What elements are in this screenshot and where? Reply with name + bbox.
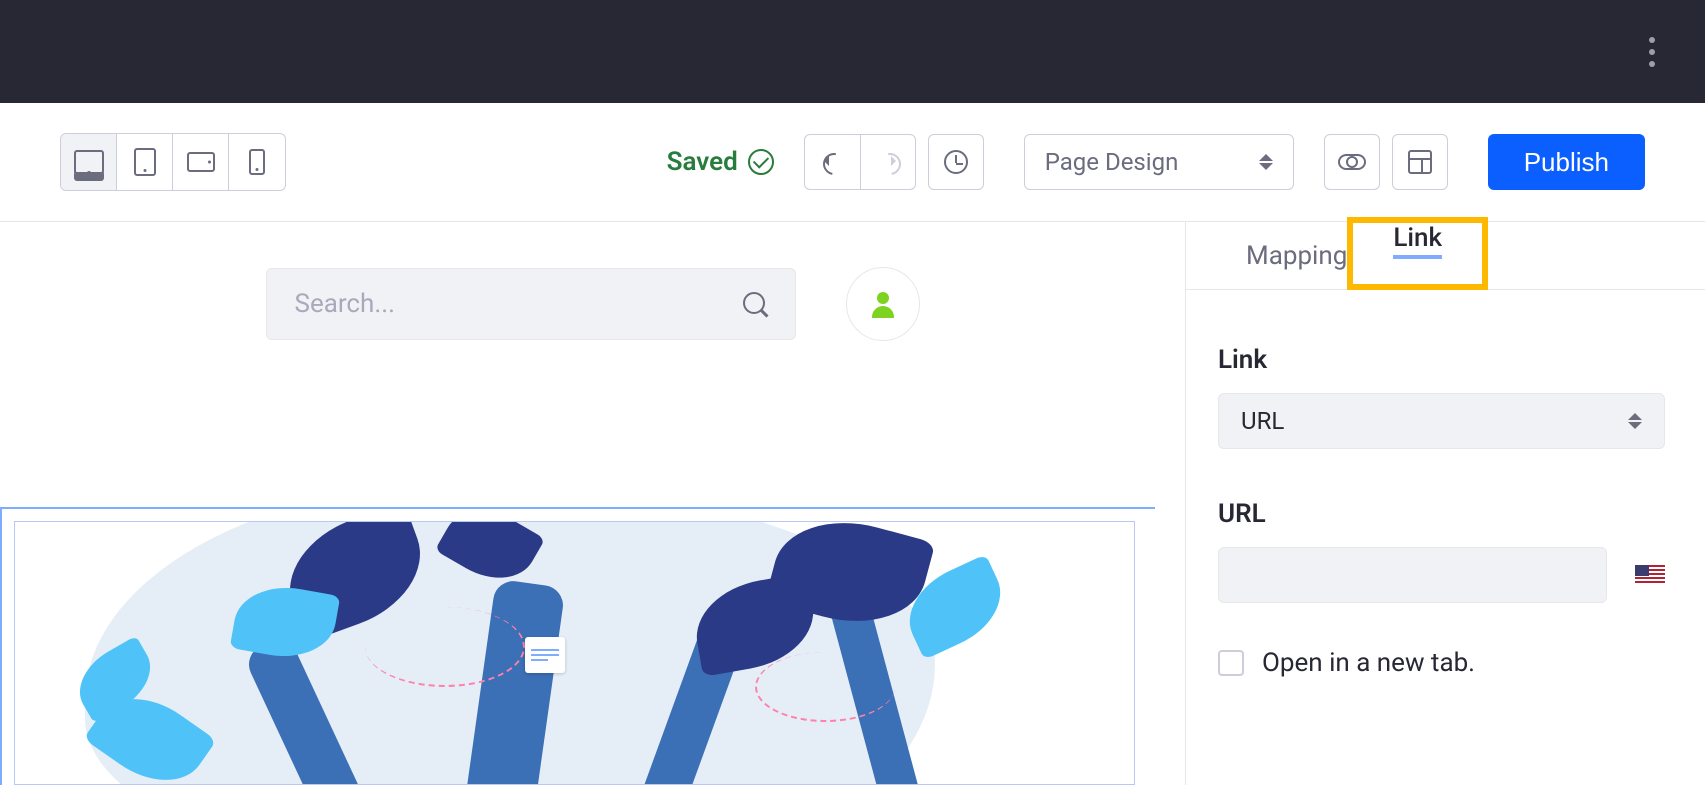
history-icon — [944, 150, 968, 174]
sidepanel: Mapping Link Link URL URL Open in a new … — [1185, 222, 1705, 785]
url-input[interactable] — [1218, 547, 1607, 603]
user-icon — [873, 294, 893, 314]
tablet-portrait-icon — [134, 148, 156, 176]
history-button[interactable] — [928, 134, 984, 190]
url-label: URL — [1218, 499, 1665, 529]
mode-label: Page Design — [1045, 148, 1179, 176]
tab-mapping[interactable]: Mapping — [1246, 222, 1347, 289]
device-phone-button[interactable] — [229, 134, 285, 190]
phone-icon — [249, 149, 265, 175]
text-align-icon[interactable] — [525, 637, 565, 673]
selected-image[interactable] — [14, 521, 1135, 785]
search-placeholder: Search... — [295, 289, 395, 319]
eye-icon — [1338, 154, 1366, 170]
canvas-header: Search... — [0, 222, 1185, 341]
highlight-frame: Link — [1347, 217, 1488, 290]
flag-us-icon[interactable] — [1635, 565, 1665, 585]
new-tab-row: Open in a new tab. — [1218, 648, 1665, 678]
undo-redo-group — [804, 134, 916, 190]
tablet-landscape-icon — [187, 152, 215, 172]
mode-select[interactable]: Page Design — [1024, 134, 1294, 190]
layout-icon — [1408, 150, 1432, 174]
link-type-label: Link — [1218, 345, 1665, 375]
redo-button[interactable] — [860, 134, 916, 190]
new-tab-checkbox[interactable] — [1218, 650, 1244, 676]
search-icon — [743, 292, 767, 316]
redo-icon — [877, 151, 899, 173]
device-switcher — [60, 133, 286, 191]
illustration — [15, 522, 1134, 784]
publish-button[interactable]: Publish — [1488, 134, 1645, 190]
undo-icon — [821, 151, 843, 173]
url-row — [1218, 547, 1665, 603]
preview-button[interactable] — [1324, 134, 1380, 190]
device-desktop-button[interactable] — [61, 134, 117, 190]
tab-link[interactable]: Link — [1393, 223, 1442, 259]
toolbar: Saved Page Design Publish — [0, 103, 1705, 222]
device-tablet-landscape-button[interactable] — [173, 134, 229, 190]
search-input[interactable]: Search... — [266, 268, 796, 340]
more-menu-icon[interactable] — [1649, 37, 1655, 67]
chevron-updown-icon — [1259, 154, 1273, 170]
panel-body: Link URL URL Open in a new tab. — [1186, 290, 1705, 678]
topbar — [0, 0, 1705, 103]
save-status: Saved — [667, 147, 774, 177]
layout-button[interactable] — [1392, 134, 1448, 190]
main: Search... Mapping — [0, 222, 1705, 785]
avatar[interactable] — [846, 267, 920, 341]
canvas: Search... — [0, 222, 1185, 785]
undo-button[interactable] — [804, 134, 860, 190]
link-type-select[interactable]: URL — [1218, 393, 1665, 449]
chevron-updown-icon — [1628, 413, 1642, 429]
tabs: Mapping Link — [1186, 222, 1705, 290]
check-circle-icon — [748, 149, 774, 175]
desktop-icon — [74, 150, 104, 174]
device-tablet-portrait-button[interactable] — [117, 134, 173, 190]
selection-frame — [0, 507, 1155, 785]
link-type-value: URL — [1241, 407, 1284, 435]
saved-label: Saved — [667, 147, 738, 177]
new-tab-label: Open in a new tab. — [1262, 648, 1475, 678]
